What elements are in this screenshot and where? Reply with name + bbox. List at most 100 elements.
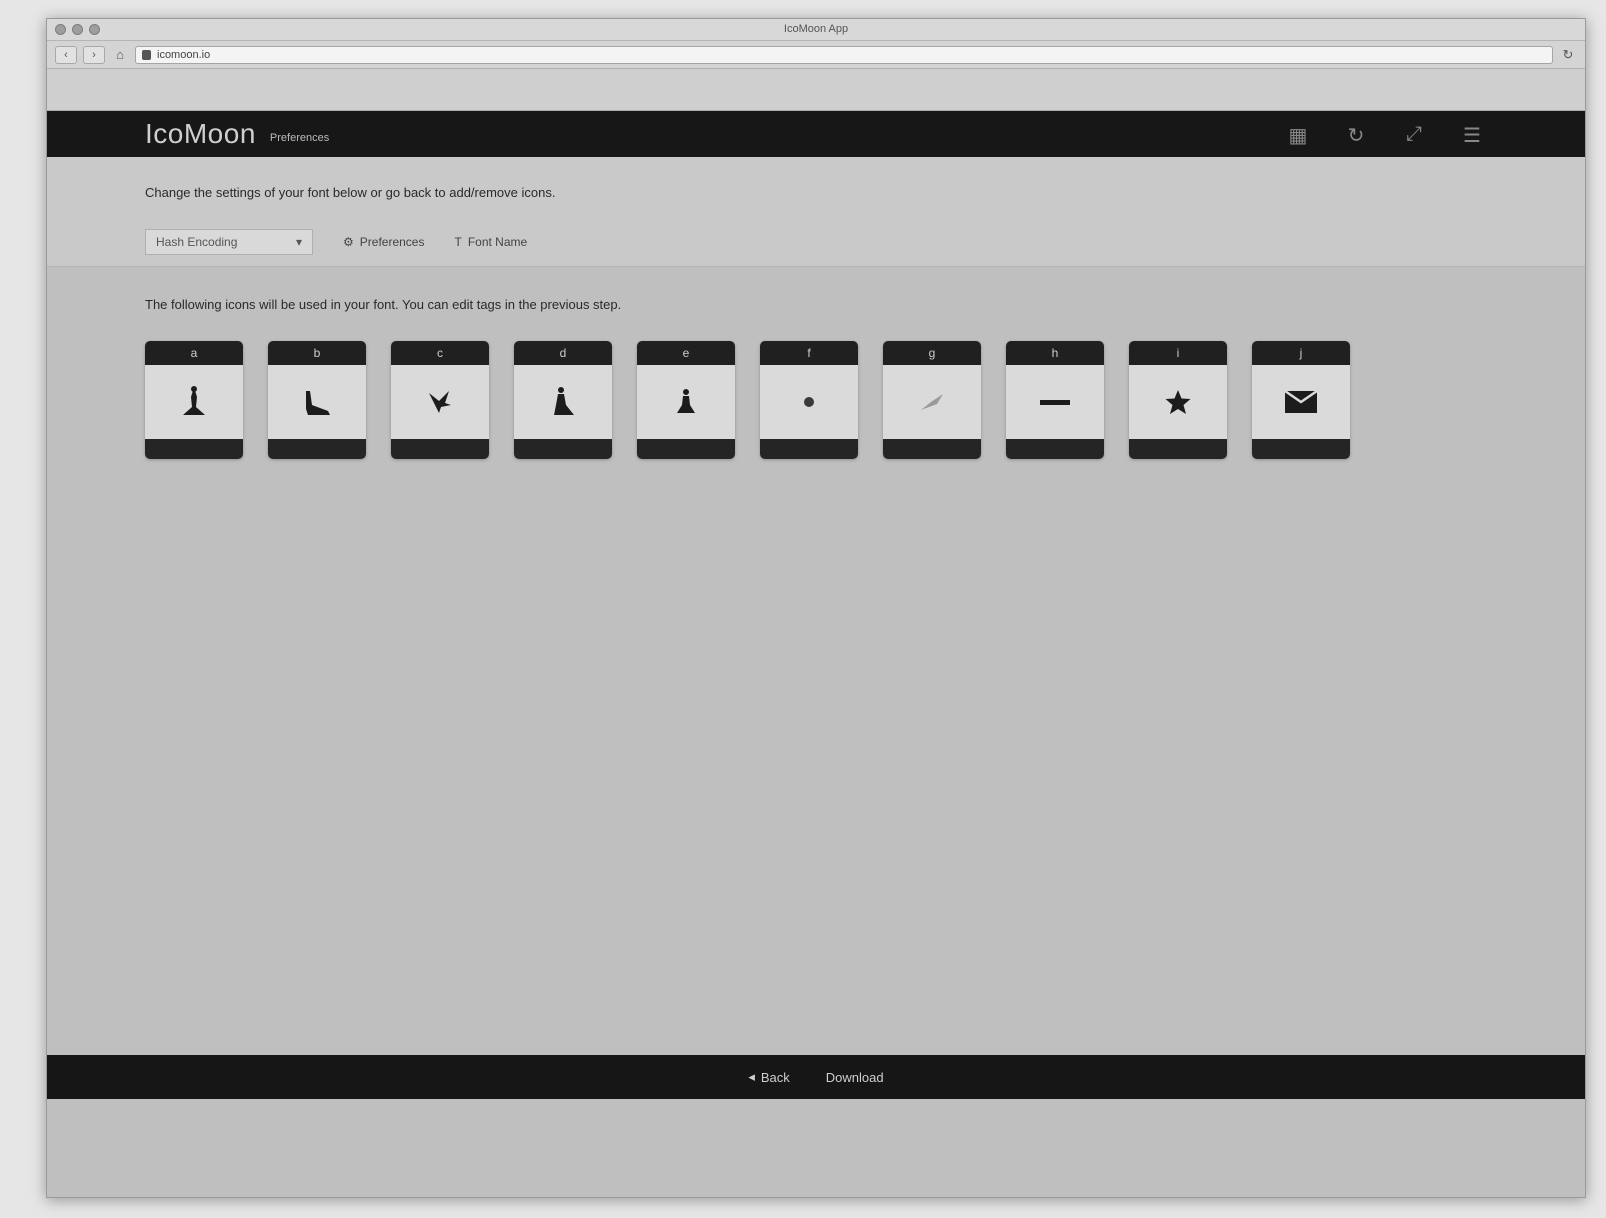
boot-icon [268,365,366,439]
glyph-card[interactable]: e [637,341,735,459]
download-button[interactable]: Download [826,1070,884,1085]
glyph-card[interactable]: d [514,341,612,459]
home-icon[interactable]: ⌂ [111,46,129,64]
glyph-code[interactable]: f [760,341,858,365]
glyph-name [1129,439,1227,459]
encoding-select[interactable]: Hash Encoding ▾ [145,229,313,255]
text-icon: T [454,235,462,249]
figure-seated-icon [514,365,612,439]
forward-nav-button[interactable]: › [83,45,105,64]
glyph-code[interactable]: b [268,341,366,365]
glyph-name [760,439,858,459]
glyph-list: a b c d e f g h i j [145,341,1350,459]
bookmark-item[interactable] [163,73,203,83]
bookmark-item[interactable] [865,73,905,83]
window-title: IcoMoon App [783,23,849,35]
browser-toolbar: ‹ › ⌂ icomoon.io ↻ [47,41,1585,69]
bookmark-item[interactable] [379,73,419,83]
bookmark-item[interactable] [271,73,311,83]
glyph-code[interactable]: g [883,341,981,365]
glyph-code[interactable]: e [637,341,735,365]
bookmark-item[interactable] [703,73,743,83]
breadcrumb: Preferences [270,132,329,144]
arrow-left-icon: ‹ [64,48,68,61]
glyph-name [145,439,243,459]
refresh-icon[interactable]: ↻ [1343,123,1369,148]
page-icon [142,49,151,60]
glyph-card[interactable]: i [1129,341,1227,459]
footer-bar: ◂ Back Download [47,1055,1585,1099]
dash-icon [1006,365,1104,439]
back-nav-button[interactable]: ‹ [55,45,77,64]
glyph-code[interactable]: a [145,341,243,365]
envelope-icon [1252,365,1350,439]
font-name-label: Font Name [467,235,528,249]
gear-icon: ⚙ [343,235,354,249]
arrow-left-icon: ◂ [748,1069,755,1084]
glyph-card[interactable]: g [883,341,981,459]
glyph-card[interactable]: a [145,341,243,459]
app-logo[interactable]: IcoMoon [145,118,256,150]
download-label: Download [825,1069,884,1085]
glyph-card[interactable]: c [391,341,489,459]
menu-icon[interactable]: ☰ [1459,123,1485,148]
encoding-select-value: Hash Encoding [156,235,238,249]
bookmark-item[interactable] [55,73,95,83]
chevron-down-icon: ▾ [295,235,302,249]
back-button[interactable]: ◂ Back [748,1069,789,1085]
bookmark-item[interactable] [1189,73,1229,83]
font-name-link[interactable]: T Font Name [454,235,527,249]
glyph-name [637,439,735,459]
glyph-name [268,439,366,459]
browser-window: IcoMoon App ‹ › ⌂ icomoon.io ↻ IcoMoon P… [46,18,1586,1198]
bookmark-item[interactable] [217,73,257,83]
bookmarks-bar [47,69,1585,111]
expand-icon[interactable]: ⤢ [1401,123,1427,148]
glyph-card[interactable]: f [760,341,858,459]
bookmark-item[interactable] [595,73,635,83]
reload-icon[interactable]: ↻ [1559,46,1577,64]
grid-icon[interactable]: ▦ [1285,123,1311,148]
glyph-name [391,439,489,459]
figure-standing-icon [637,365,735,439]
bookmark-item[interactable] [109,73,149,83]
glyph-code[interactable]: j [1252,341,1350,365]
bookmark-item[interactable] [325,73,365,83]
app-header: IcoMoon Preferences ▦ ↻ ⤢ ☰ [47,111,1585,157]
glyph-code[interactable]: c [391,341,489,365]
bookmark-item[interactable] [487,73,527,83]
bookmark-item[interactable] [541,73,581,83]
glyph-code[interactable]: d [514,341,612,365]
preferences-link[interactable]: ⚙ Preferences [343,235,424,249]
back-label: Back [760,1069,790,1085]
glyph-card[interactable]: h [1006,341,1104,459]
glyph-code[interactable]: i [1129,341,1227,365]
bookmark-item[interactable] [811,73,851,83]
glyph-code[interactable]: h [1006,341,1104,365]
bookmark-item[interactable] [1135,73,1175,83]
url-bar[interactable]: icomoon.io [135,45,1553,64]
bookmark-item[interactable] [757,73,797,83]
settings-controls: Hash Encoding ▾ ⚙ Preferences T Font Nam… [145,229,527,255]
glyph-card[interactable]: b [268,341,366,459]
bookmark-item[interactable] [433,73,473,83]
glyph-card[interactable]: j [1252,341,1350,459]
star-icon [1129,365,1227,439]
glyph-note: The following icons will be used in your… [145,297,622,312]
glyph-name [1252,439,1350,459]
preferences-label: Preferences [359,235,425,249]
bookmark-item[interactable] [973,73,1013,83]
bookmark-item[interactable] [1081,73,1121,83]
dot-icon [760,365,858,439]
bookmark-item[interactable] [1027,73,1067,83]
url-text: icomoon.io [157,48,211,61]
breadcrumb-current: Preferences [269,132,330,144]
feather-icon [883,365,981,439]
glyph-name [1006,439,1104,459]
bookmark-item[interactable] [649,73,689,83]
bookmark-item[interactable] [919,73,959,83]
main-content: Change the settings of your font below o… [47,157,1585,1099]
glyph-name [883,439,981,459]
title-bar: IcoMoon App [47,19,1585,41]
glyph-name [514,439,612,459]
